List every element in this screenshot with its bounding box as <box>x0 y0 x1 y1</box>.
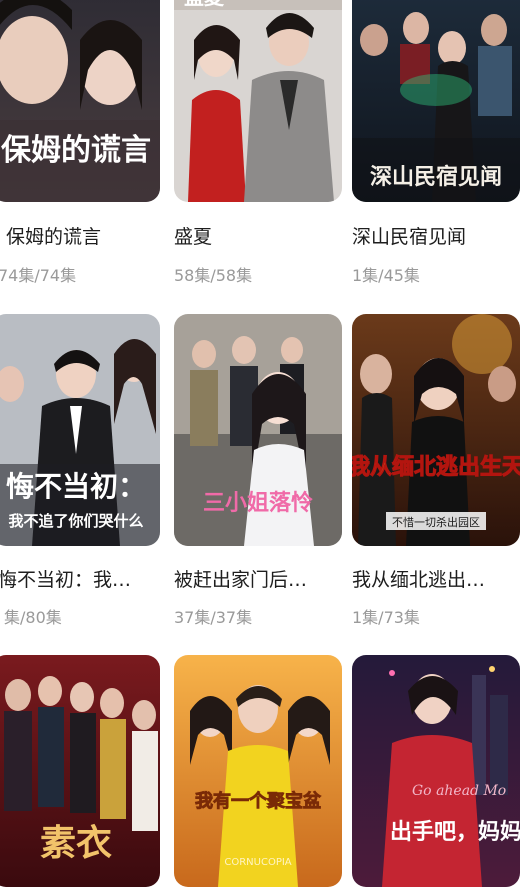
episode-count: 74集/74集 <box>0 266 77 285</box>
poster-title-text: 素衣 <box>40 822 112 864</box>
drama-title[interactable]: 被赶出家门后… <box>174 565 334 592</box>
drama-title[interactable]: 深山民宿见闻 <box>352 222 512 249</box>
episode-count: 集/80集 <box>4 608 62 627</box>
drama-poster[interactable]: 出手吧，妈妈 Go ahead Mo <box>352 655 520 887</box>
drama-card[interactable]: 悔不当初： 我不追了你们哭什么 <box>0 314 160 546</box>
poster-subtitle-text: Go ahead Mo <box>412 783 506 799</box>
drama-title[interactable]: 保姆的谎言 <box>6 222 166 249</box>
poster-title-text: 我从缅北逃出生天 <box>352 454 520 480</box>
drama-title[interactable]: 悔不当初：我… <box>0 565 158 592</box>
drama-card[interactable]: 出手吧，妈妈 Go ahead Mo <box>352 655 520 887</box>
episode-count: 1集/73集 <box>352 608 420 627</box>
drama-poster[interactable]: 保姆的谎言 <box>0 0 160 202</box>
poster-title-text: 保姆的谎言 <box>1 133 151 168</box>
drama-poster[interactable]: 我有一个聚宝盆 CORNUCOPIA <box>174 655 342 887</box>
drama-card[interactable]: 三小姐落怜 <box>174 314 342 546</box>
poster-title-text: 深山民宿见闻 <box>370 164 502 190</box>
poster-subtitle-text: 我不追了你们哭什么 <box>8 512 143 530</box>
poster-title-text: 三小姐落怜 <box>203 490 313 516</box>
drama-card[interactable]: 保姆的谎言 <box>0 0 160 202</box>
episode-count: 58集/58集 <box>174 266 253 285</box>
drama-title[interactable]: 我从缅北逃出… <box>352 565 512 592</box>
poster-title-text: 悔不当初： <box>6 470 146 503</box>
poster-subtitle-text: CORNUCOPIA <box>224 857 291 868</box>
episode-count: 37集/37集 <box>174 608 253 627</box>
poster-subtitle-text: 不惜一切杀出园区 <box>392 515 480 529</box>
poster-title-text: 出手吧，妈妈 <box>390 819 520 845</box>
drama-card[interactable]: 盛夏 <box>174 0 342 202</box>
drama-title[interactable]: 盛夏 <box>174 222 334 249</box>
drama-poster[interactable]: 三小姐落怜 <box>174 314 342 546</box>
drama-poster[interactable]: 我从缅北逃出生天 不惜一切杀出园区 <box>352 314 520 546</box>
drama-poster[interactable]: 盛夏 <box>174 0 342 202</box>
drama-card[interactable]: 我有一个聚宝盆 CORNUCOPIA <box>174 655 342 887</box>
poster-title-text: 我有一个聚宝盆 <box>195 790 322 812</box>
drama-card[interactable]: 素衣 <box>0 655 160 887</box>
poster-title-text: 盛夏 <box>184 0 225 9</box>
episode-count: 1集/45集 <box>352 266 420 285</box>
drama-poster[interactable]: 深山民宿见闻 <box>352 0 520 202</box>
drama-card[interactable]: 我从缅北逃出生天 不惜一切杀出园区 <box>352 314 520 546</box>
drama-card[interactable]: 深山民宿见闻 <box>352 0 520 202</box>
drama-poster[interactable]: 素衣 <box>0 655 160 887</box>
drama-poster[interactable]: 悔不当初： 我不追了你们哭什么 <box>0 314 160 546</box>
drama-grid: 保姆的谎言 保姆的谎言 74集/74集 盛夏 盛夏 58集/58集 <box>0 0 530 887</box>
